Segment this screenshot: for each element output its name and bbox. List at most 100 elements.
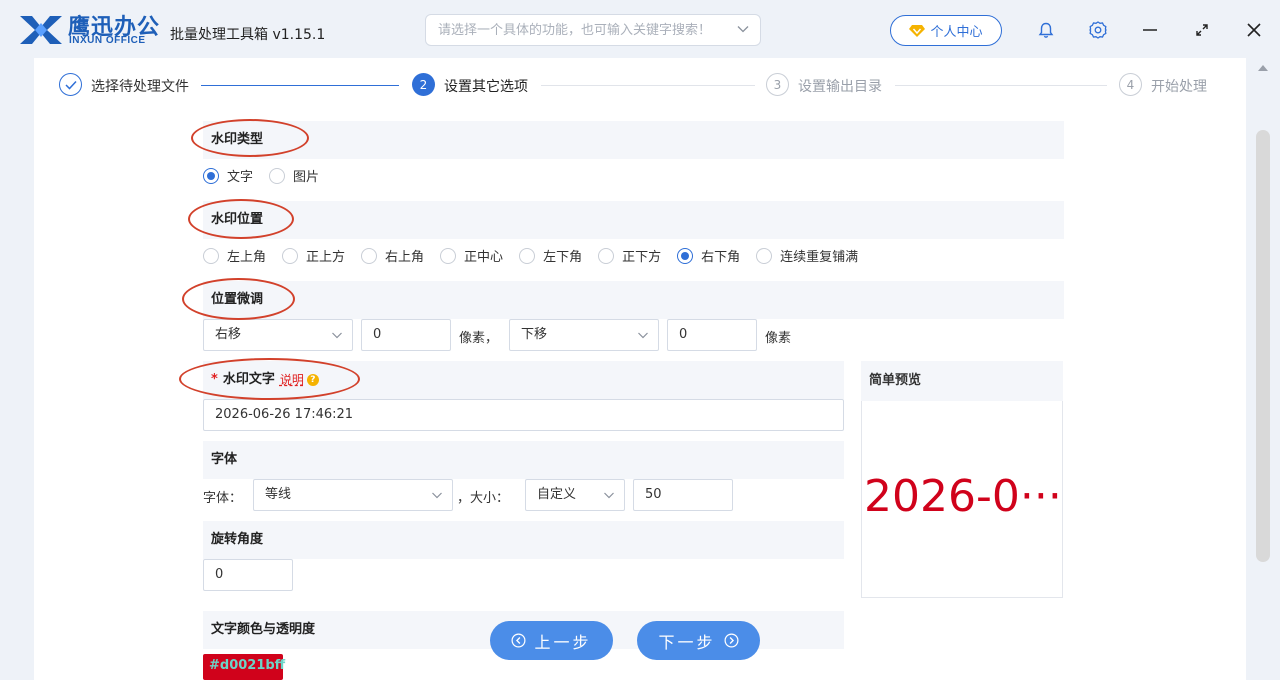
gear-icon[interactable]: [1087, 19, 1109, 41]
radio-label: 连续重复铺满: [780, 250, 859, 265]
watermark-position-heading: 水印位置: [203, 201, 1064, 239]
chevron-down-icon[interactable]: [736, 22, 750, 36]
help-link[interactable]: 说明: [280, 361, 304, 399]
select-value: 下移: [521, 327, 548, 342]
scroll-up-icon[interactable]: [1258, 64, 1268, 72]
search-box[interactable]: [425, 14, 761, 46]
user-center-button[interactable]: 个人中心: [890, 15, 1002, 46]
font-size-input[interactable]: 50: [633, 479, 733, 511]
radio-label: 正中心: [464, 250, 504, 265]
unit-label: 像素: [765, 331, 792, 346]
radio-label: 左上角: [227, 250, 267, 265]
radio-label: 文字: [227, 170, 254, 185]
prev-step-label: 上一步: [534, 632, 592, 652]
maximize-icon[interactable]: [1191, 19, 1213, 41]
select-value: 等线: [265, 487, 292, 502]
watermark-position-options: 左上角 正上方 右上角 正中心 左下角 正下方 右下角 连续重复铺满: [203, 246, 874, 265]
step-connector: [895, 85, 1107, 86]
chevron-down-icon: [332, 332, 342, 339]
fine-tune-heading: 位置微调: [203, 281, 1064, 319]
preview-area: 2026-0···: [861, 401, 1063, 598]
title-bar: 鹰迅办公 INXUN OFFICE 批量处理工具箱 v1.15.1 个人中心: [0, 0, 1280, 60]
font-heading: 字体: [203, 441, 844, 479]
step-connector: [201, 85, 399, 86]
radio-dot[interactable]: [203, 167, 219, 184]
radio-dot[interactable]: [203, 247, 219, 264]
size-label: ，大小：: [457, 491, 510, 506]
radio-label: 图片: [293, 170, 320, 185]
watermark-text-title: 水印文字: [222, 372, 275, 387]
required-mark: *: [211, 372, 218, 387]
next-step-button[interactable]: 下一步: [637, 621, 760, 660]
step-4-label: 开始处理: [1151, 79, 1207, 95]
chevron-down-icon: [604, 492, 614, 499]
radio-label: 正下方: [622, 250, 662, 265]
next-step-label: 下一步: [658, 632, 716, 652]
step-1-label: 选择待处理文件: [91, 79, 189, 95]
step-2-number: 2: [412, 73, 435, 96]
radio-bottom-center[interactable]: 正下方: [598, 246, 661, 265]
preview-heading: 简单预览: [861, 361, 1063, 401]
preview-watermark-text: 2026-0···: [864, 471, 1062, 522]
step-3-label: 设置输出目录: [798, 79, 882, 95]
logo-icon: [20, 16, 62, 44]
minimize-icon[interactable]: [1139, 19, 1161, 41]
step-4-number: 4: [1119, 73, 1142, 96]
radio-tile-repeat[interactable]: 连续重复铺满: [756, 246, 858, 265]
radio-label: 左下角: [543, 250, 583, 265]
watermark-type-heading: 水印类型: [203, 121, 1064, 159]
radio-top-left[interactable]: 左上角: [203, 246, 266, 265]
chevron-left-circle-icon: [511, 633, 526, 648]
radio-label: 正上方: [306, 250, 346, 265]
radio-bottom-left[interactable]: 左下角: [519, 246, 582, 265]
app-title: 批量处理工具箱 v1.15.1: [170, 27, 326, 43]
step-3-number: 3: [766, 73, 789, 96]
watermark-type-options: 文字 图片: [203, 166, 335, 185]
horizontal-offset-input[interactable]: 0: [361, 319, 451, 351]
radio-type-image[interactable]: 图片: [269, 166, 319, 185]
color-picker[interactable]: #d0021bff: [203, 654, 285, 680]
close-icon[interactable]: [1243, 19, 1265, 41]
rotation-input[interactable]: 0: [203, 559, 293, 591]
user-center-label: 个人中心: [930, 25, 983, 40]
select-value: 自定义: [537, 487, 577, 502]
step-2-label: 设置其它选项: [444, 79, 528, 95]
help-icon[interactable]: ?: [306, 374, 319, 386]
radio-dot[interactable]: [598, 247, 615, 264]
radio-label: 右上角: [385, 250, 425, 265]
diamond-icon: [909, 24, 926, 37]
unit-label: 像素，: [459, 331, 499, 346]
radio-dot[interactable]: [282, 247, 299, 264]
rotation-heading: 旋转角度: [203, 521, 844, 559]
radio-dot[interactable]: [361, 247, 378, 264]
horizontal-direction-select[interactable]: 右移: [203, 319, 353, 351]
step-connector: [541, 85, 755, 86]
scrollbar-thumb[interactable]: [1256, 130, 1270, 562]
watermark-text-input[interactable]: 2026-06-26 17:46:21: [203, 399, 844, 431]
radio-label: 右下角: [701, 250, 741, 265]
bell-icon[interactable]: [1035, 19, 1057, 41]
chevron-right-circle-icon: [724, 633, 738, 648]
watermark-text-heading: * 水印文字 说明 ?: [203, 361, 844, 399]
radio-dot[interactable]: [756, 247, 773, 264]
select-value: 右移: [215, 327, 242, 342]
search-input[interactable]: [426, 15, 716, 45]
font-size-mode-select[interactable]: 自定义: [525, 479, 625, 511]
brand-name-en: INXUN OFFICE: [69, 35, 146, 46]
radio-dot[interactable]: [269, 167, 286, 184]
vertical-offset-input[interactable]: 0: [667, 319, 757, 351]
radio-dot[interactable]: [677, 247, 694, 264]
radio-top-right[interactable]: 右上角: [361, 246, 424, 265]
font-label: 字体：: [203, 491, 243, 506]
radio-top-center[interactable]: 正上方: [282, 246, 345, 265]
radio-bottom-right[interactable]: 右下角: [677, 246, 740, 265]
radio-dot[interactable]: [519, 247, 536, 264]
radio-center[interactable]: 正中心: [440, 246, 503, 265]
prev-step-button[interactable]: 上一步: [490, 621, 613, 660]
font-family-select[interactable]: 等线: [253, 479, 453, 511]
radio-dot[interactable]: [440, 247, 457, 264]
chevron-down-icon: [432, 492, 442, 499]
radio-type-text[interactable]: 文字: [203, 166, 253, 185]
chevron-down-icon: [638, 332, 648, 339]
vertical-direction-select[interactable]: 下移: [509, 319, 659, 351]
